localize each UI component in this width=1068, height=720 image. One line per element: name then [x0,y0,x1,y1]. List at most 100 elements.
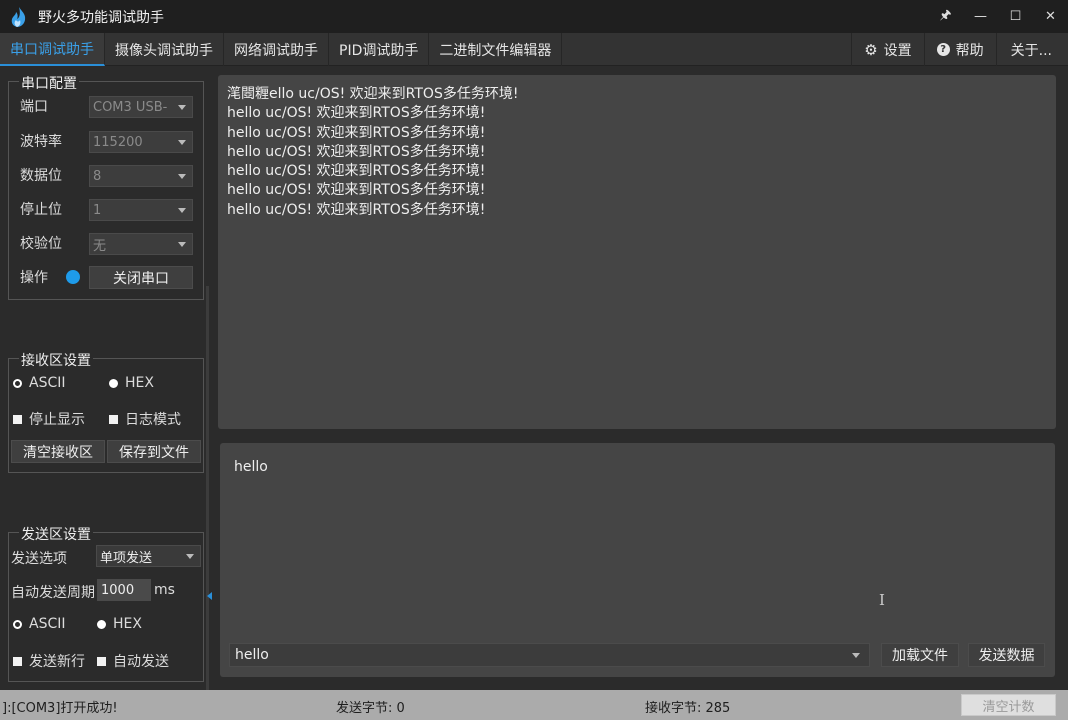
close-icon[interactable]: ✕ [1033,0,1068,33]
tab-binary-editor[interactable]: 二进制文件编辑器 [429,33,563,66]
tab-serial[interactable]: 串口调试助手 [0,33,105,66]
baud-value: 115200 [93,134,143,150]
log-mode-checkbox[interactable]: 日志模式 [109,409,181,429]
flame-logo-icon [11,6,26,27]
stop-display-label: 停止显示 [29,412,85,428]
serial-config-group: 串口配置 端口 COM3 USB- 波特率 115200 数据位 8 停止位 1… [8,73,204,300]
window-title: 野火多功能调试助手 [38,9,164,26]
status-message: ]:[COM3]打开成功! [2,701,118,716]
clear-count-button[interactable]: 清空计数 [961,694,1056,716]
text-cursor-icon: I [879,591,885,609]
title-bar: 野火多功能调试助手 🖈 — ☐ ✕ [0,0,1068,33]
chevron-down-icon [178,105,186,110]
recv-line: 滗閸糎ello uc/OS! 欢迎来到RTOS多任务环境! [227,86,519,102]
auto-send-label: 自动发送 [113,654,169,670]
splitter-track [206,286,209,690]
checkbox-icon [13,414,22,424]
tab-bar: 串口调试助手 摄像头调试助手 网络调试助手 PID调试助手 二进制文件编辑器 ⚙… [0,33,1068,66]
help-button[interactable]: ? 帮助 [923,33,996,66]
receive-area[interactable]: 滗閸糎ello uc/OS! 欢迎来到RTOS多任务环境! hello uc/O… [218,75,1056,429]
databits-select[interactable]: 8 [89,165,193,187]
port-select[interactable]: COM3 USB- [89,96,193,118]
auto-period-unit: ms [154,582,175,598]
parity-value: 无 [93,238,107,254]
auto-period-label: 自动发送周期 [11,585,95,601]
sent-bytes: 发送字节: 0 [336,701,405,716]
chevron-down-icon [178,140,186,145]
settings-button[interactable]: ⚙ 设置 [851,33,923,66]
stopbits-label: 停止位 [20,202,62,218]
send-history-value: hello [235,647,269,663]
port-value: COM3 USB- [93,99,168,115]
recv-line: hello uc/OS! 欢迎来到RTOS多任务环境! [227,105,486,122]
left-panel: 串口配置 端口 COM3 USB- 波特率 115200 数据位 8 停止位 1… [0,66,212,690]
auto-send-checkbox[interactable]: 自动发送 [97,651,169,671]
recv-line: hello uc/OS! 欢迎来到RTOS多任务环境! [227,182,486,199]
about-button[interactable]: 关于... [995,33,1068,66]
serial-config-title: 串口配置 [19,73,79,93]
send-ascii-label: ASCII [29,616,66,632]
radio-filled-icon [97,619,106,629]
recv-hex-label: HEX [125,375,154,391]
recv-line: hello uc/OS! 欢迎来到RTOS多任务环境! [227,163,486,180]
send-newline-checkbox[interactable]: 发送新行 [13,651,85,671]
stopbits-select[interactable]: 1 [89,199,193,221]
load-file-button[interactable]: 加载文件 [881,643,959,667]
recv-settings-group: 接收区设置 ASCII HEX 停止显示 日志模式 清空接收区 保存到文件 [8,350,204,473]
help-label: 帮助 [955,42,984,59]
gear-icon: ⚙ [864,40,878,59]
tab-network[interactable]: 网络调试助手 [224,33,329,66]
radio-unchecked-icon [13,378,22,388]
collapse-arrow-icon[interactable] [207,592,212,600]
panel-splitter[interactable] [204,286,212,690]
send-history-combo[interactable]: hello [229,643,870,667]
maximize-icon[interactable]: ☐ [998,0,1033,33]
send-newline-label: 发送新行 [29,654,85,670]
chevron-down-icon [178,242,186,247]
recv-settings-title: 接收区设置 [19,350,93,370]
auto-period-input[interactable]: 1000 [97,579,151,601]
minimize-icon[interactable]: — [963,0,998,33]
recv-line: hello uc/OS! 欢迎来到RTOS多任务环境! [227,143,486,160]
radio-filled-icon [109,378,118,388]
checkbox-icon [13,656,22,666]
send-area[interactable]: hello I hello 加载文件 发送数据 [220,443,1055,677]
settings-label: 设置 [883,42,912,59]
help-icon: ? [936,43,950,56]
chevron-down-icon [178,208,186,213]
checkbox-icon [109,414,118,424]
send-option-label: 发送选项 [11,551,67,567]
window-controls: 🖈 — ☐ ✕ [928,0,1068,33]
tab-bar-right: ⚙ 设置 ? 帮助 关于... [851,33,1068,66]
send-option-select[interactable]: 单项发送 [96,545,201,567]
parity-select[interactable]: 无 [89,233,193,255]
stop-display-checkbox[interactable]: 停止显示 [13,409,85,429]
send-settings-group: 发送区设置 发送选项 单项发送 自动发送周期 1000 ms ASCII HEX… [8,524,204,682]
databits-value: 8 [93,168,102,184]
send-text[interactable]: hello [234,459,268,475]
chevron-down-icon [852,653,860,658]
send-settings-title: 发送区设置 [19,524,93,544]
baud-label: 波特率 [20,134,62,150]
pin-icon[interactable]: 🖈 [928,0,963,33]
send-hex-radio[interactable]: HEX [97,616,142,632]
send-option-value: 单项发送 [100,550,153,566]
recv-hex-radio[interactable]: HEX [109,375,154,391]
port-status-indicator [66,270,80,284]
chevron-down-icon [178,174,186,179]
log-mode-label: 日志模式 [125,412,181,428]
chevron-down-icon [186,554,194,559]
tab-pid[interactable]: PID调试助手 [329,33,430,66]
close-port-button[interactable]: 关闭串口 [89,266,193,289]
tab-camera[interactable]: 摄像头调试助手 [105,33,224,66]
stopbits-value: 1 [93,202,102,218]
port-label: 端口 [20,99,48,115]
save-to-file-button[interactable]: 保存到文件 [107,440,201,463]
send-data-button[interactable]: 发送数据 [968,643,1045,667]
clear-recv-button[interactable]: 清空接收区 [11,440,105,463]
send-ascii-radio[interactable]: ASCII [13,616,66,632]
status-bar: ]:[COM3]打开成功! 发送字节: 0 接收字节: 285 清空计数 [0,690,1068,720]
radio-unchecked-icon [13,619,22,629]
recv-ascii-radio[interactable]: ASCII [13,375,66,391]
baud-select[interactable]: 115200 [89,131,193,153]
